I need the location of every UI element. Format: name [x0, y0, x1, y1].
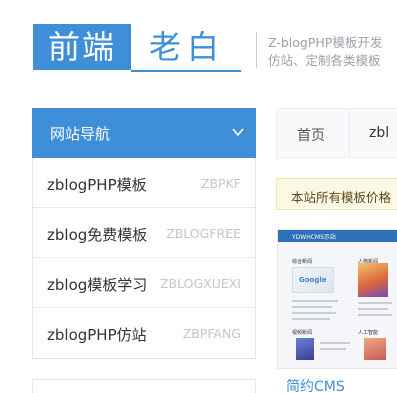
- notice-banner: 本站所有模板价格: [276, 178, 397, 210]
- sidebar-item-zblogphp-clone[interactable]: zblogPHP仿站 ZBPFANG: [33, 308, 255, 358]
- thumb-header-text: YDWHCMS示站: [292, 234, 336, 241]
- template-thumbnail[interactable]: YDWHCMS示站 综合新闻 人物新闻 Google 视频新闻 人工智能: [277, 229, 397, 369]
- template-title-link[interactable]: 简约CMS: [286, 376, 345, 393]
- thumb-text-line: [320, 348, 346, 350]
- thumb-text-line: [292, 300, 338, 302]
- header-divider: [256, 32, 257, 68]
- tagline-line-1: Z-blogPHP模板开发: [268, 35, 383, 50]
- thumb-image: [296, 338, 314, 360]
- thumb-col-title: 视频新闻: [292, 330, 313, 336]
- tagline-line-2: 仿站、定制各类模板: [268, 53, 381, 68]
- sidebar-item-code: ZBLOGXUEXI: [157, 276, 241, 291]
- sidebar-nav-list: zblogPHP模板 ZBPKF zblog免费模板 ZBLOGFREE zbl…: [32, 158, 256, 359]
- thumb-text-line: [358, 308, 388, 310]
- thumb-image: Google: [292, 267, 334, 293]
- nav-item-zblog[interactable]: zbl: [369, 125, 389, 141]
- sidebar-item-label: zblog模板学习: [47, 276, 148, 294]
- sidebar-item-label: zblogPHP模板: [47, 176, 147, 194]
- thumb-col-title: 人工智能: [358, 330, 379, 336]
- sidebar-header[interactable]: 网站导航: [32, 108, 256, 158]
- nav-item-home[interactable]: 首页: [297, 125, 325, 145]
- thumb-image: [364, 338, 386, 360]
- nav-divider: [349, 109, 350, 157]
- thumb-text-line: [292, 318, 330, 320]
- logo-left-text: 前端: [33, 24, 131, 70]
- site-tagline: Z-blogPHP模板开发 仿站、定制各类模板: [268, 34, 397, 70]
- logo-right-text: 老白: [148, 28, 225, 66]
- sidebar-widget-box: [32, 379, 256, 393]
- thumb-image-text: Google: [299, 276, 327, 284]
- site-logo[interactable]: 前端 老白: [33, 24, 241, 72]
- sidebar-item-label: zblog免费模板: [47, 226, 148, 244]
- chevron-down-icon: [232, 128, 244, 137]
- notice-text: 本站所有模板价格: [291, 190, 392, 205]
- thumb-col-title: 综合新闻: [292, 259, 313, 265]
- sidebar-item-zblogphp-templates[interactable]: zblogPHP模板 ZBPKF: [33, 158, 255, 208]
- logo-underline: [131, 70, 241, 72]
- sidebar-item-code: ZBLOGFREE: [164, 226, 241, 241]
- sidebar-item-zblog-template-learning[interactable]: zblog模板学习 ZBLOGXUEXI: [33, 258, 255, 308]
- thumb-text-line: [358, 302, 392, 304]
- thumb-text-line: [320, 342, 350, 344]
- sidebar-item-zblog-free-templates[interactable]: zblog免费模板 ZBLOGFREE: [33, 208, 255, 258]
- thumb-text-line: [358, 314, 392, 316]
- sidebar-title: 网站导航: [50, 125, 111, 143]
- sidebar-item-code: ZBPFANG: [180, 326, 241, 341]
- thumb-text-line: [292, 306, 332, 308]
- main-nav: 首页 zbl: [276, 108, 397, 158]
- thumb-image: [358, 263, 388, 297]
- sidebar-item-code: ZBPKF: [198, 176, 241, 191]
- thumb-text-line: [292, 312, 336, 314]
- sidebar-item-label: zblogPHP仿站: [47, 326, 147, 344]
